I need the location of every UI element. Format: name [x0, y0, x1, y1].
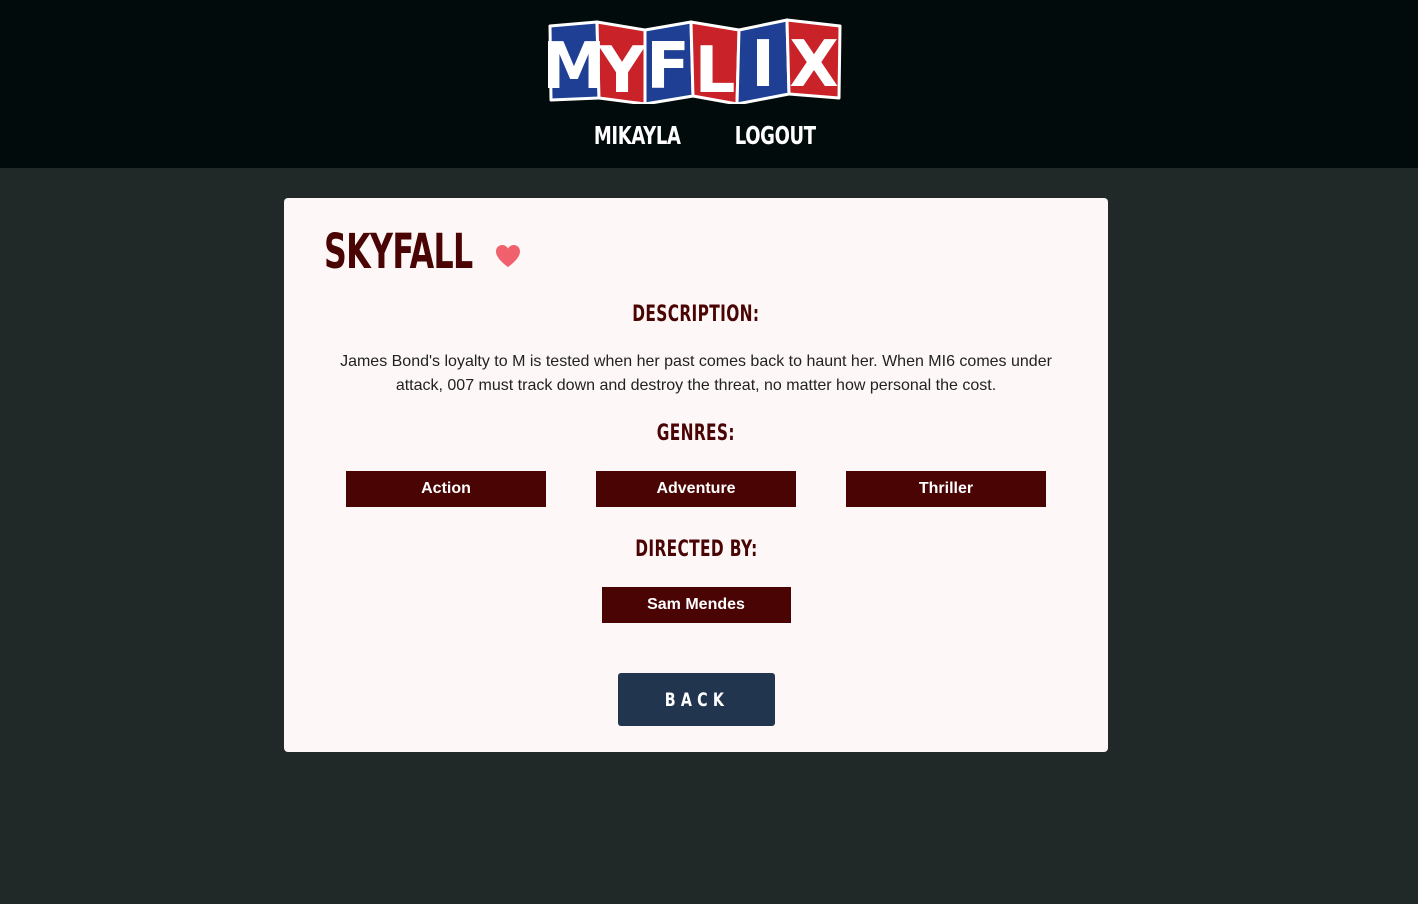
director-list: Sam Mendes	[284, 587, 1108, 623]
svg-text:F: F	[646, 30, 690, 104]
nav-profile-link[interactable]: MIKAYLA	[593, 116, 680, 156]
genre-list: Action Adventure Thriller	[346, 471, 1046, 507]
back-area: BACK	[284, 673, 1108, 726]
main-nav: MIKAYLA LOGOUT	[0, 116, 1418, 156]
director-button[interactable]: Sam Mendes	[601, 587, 791, 623]
back-button[interactable]: BACK	[617, 673, 775, 726]
genre-button-adventure[interactable]: Adventure	[596, 471, 796, 507]
heart-icon[interactable]	[495, 244, 521, 268]
movie-title: SKYFALL	[324, 224, 473, 280]
back-button-label: BACK	[664, 688, 729, 711]
svg-text:L: L	[695, 34, 736, 104]
movie-card: SKYFALL DESCRIPTION: James Bond's loyalt…	[284, 198, 1108, 752]
svg-text:X: X	[789, 28, 838, 102]
myflix-logo[interactable]: M Y F L I X	[547, 18, 843, 104]
genres-heading: GENRES:	[656, 421, 736, 446]
description-heading: DESCRIPTION:	[632, 302, 760, 327]
genre-button-thriller[interactable]: Thriller	[846, 471, 1046, 507]
svg-text:Y: Y	[598, 34, 646, 104]
genre-button-action[interactable]: Action	[346, 471, 546, 507]
svg-text:I: I	[751, 28, 775, 102]
movie-description: James Bond's loyalty to M is tested when…	[340, 353, 1052, 394]
nav-logout-link[interactable]: LOGOUT	[735, 116, 816, 156]
svg-text:M: M	[547, 30, 606, 104]
top-navbar: M Y F L I X MIKAYLA LOGOUT	[0, 0, 1418, 168]
director-heading: DIRECTED BY:	[634, 537, 758, 562]
